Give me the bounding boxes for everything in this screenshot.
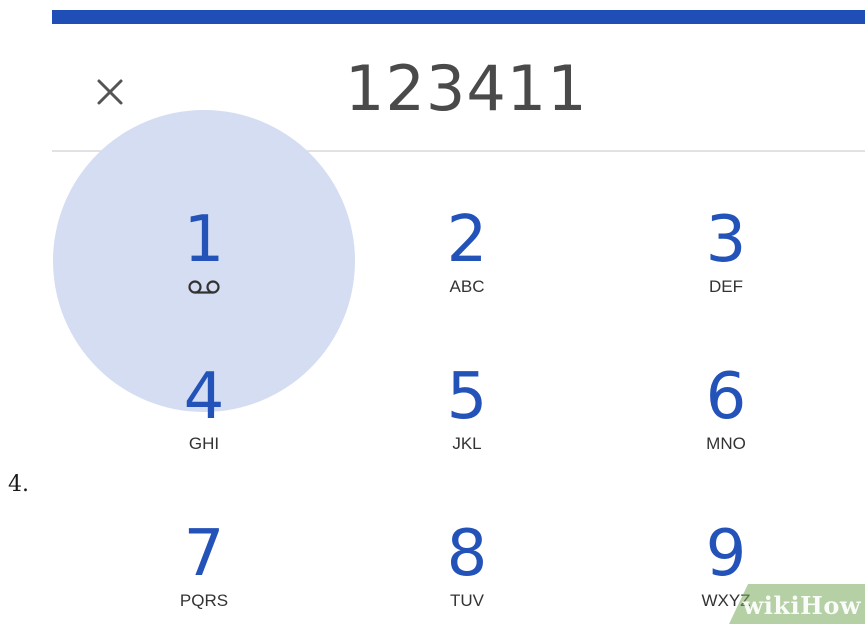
clear-button[interactable] [84,66,136,118]
key-digit: 7 [183,517,225,591]
close-icon [97,79,123,105]
key-letters: MNO [706,434,746,453]
watermark-logo: wikiHow [742,591,861,620]
key-digit: 2 [446,203,488,277]
key-digit: 1 [183,203,225,277]
key-digit: 6 [705,360,747,434]
key-4[interactable]: 4 GHI [129,362,279,492]
key-letters: DEF [709,277,743,296]
key-3[interactable]: 3 DEF [651,205,801,335]
key-digit: 8 [446,517,488,591]
step-number: 4. [8,472,29,497]
dialer-screen: 123411 1 2 ABC 3 DEF 4 GHI 5 JKL 6 MNO 7… [52,0,865,624]
status-accent-bar [52,10,865,24]
key-digit: 4 [183,360,225,434]
dialed-number[interactable]: 123411 [222,44,812,134]
key-letters: PQRS [179,591,229,610]
key-letters: JKL [452,434,482,453]
key-1[interactable]: 1 [129,205,279,335]
key-8[interactable]: 8 TUV [392,519,542,624]
key-7[interactable]: 7 PQRS [129,519,279,624]
key-digit: 5 [446,360,488,434]
voicemail-icon [188,280,220,294]
key-2[interactable]: 2 ABC [392,205,542,335]
key-6[interactable]: 6 MNO [651,362,801,492]
key-letters: GHI [188,434,220,453]
key-letters: ABC [449,277,485,296]
key-digit: 9 [705,517,747,591]
key-digit: 3 [705,203,747,277]
key-5[interactable]: 5 JKL [392,362,542,492]
key-letters: TUV [450,591,484,610]
